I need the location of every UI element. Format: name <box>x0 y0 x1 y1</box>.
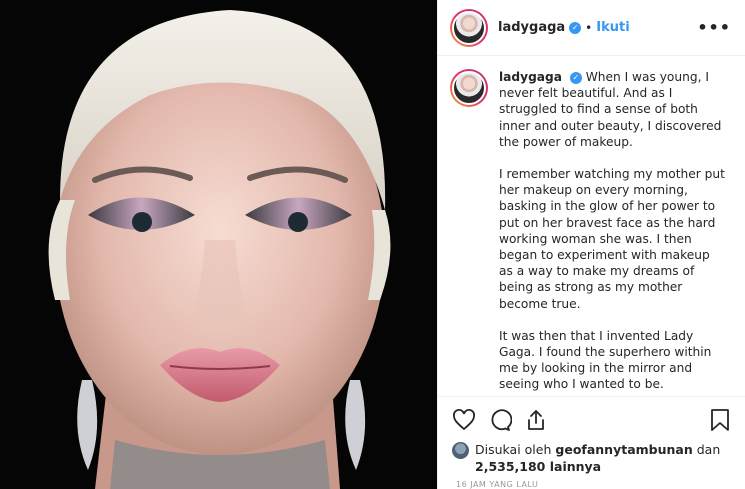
caption-paragraph: I remember watching my mother put her ma… <box>499 167 725 311</box>
avatar-image <box>452 10 486 45</box>
likes-conj: dan <box>696 442 721 457</box>
caption-paragraph: ladygaga ✓ When I was young, I never fel… <box>499 69 727 150</box>
comment-icon[interactable] <box>488 408 512 432</box>
author-avatar[interactable] <box>450 8 488 47</box>
portrait-image <box>0 0 437 489</box>
likes-prefix: Disukai oleh <box>475 442 552 457</box>
likes-text: Disukai oleh geofannytambunan dan 2,535,… <box>475 441 720 475</box>
post-caption: ladygaga ✓ When I was young, I never fel… <box>450 69 735 409</box>
post-timestamp[interactable]: 16 JAM YANG LALU <box>456 480 538 489</box>
follow-button[interactable]: Ikuti <box>596 20 629 35</box>
post-header: ladygaga ✓ • Ikuti ••• <box>438 0 745 56</box>
likes-summary: Disukai oleh geofannytambunan dan 2,535,… <box>452 441 731 475</box>
separator-dot: • <box>585 20 593 35</box>
liker-username[interactable]: geofannytambunan <box>555 442 692 457</box>
avatar-image <box>452 71 486 105</box>
instagram-post: ladygaga ✓ • Ikuti ••• ladygaga ✓ When I… <box>0 0 745 489</box>
caption-author-avatar[interactable] <box>450 69 488 107</box>
author-username[interactable]: ladygaga <box>498 20 565 35</box>
caption-paragraph: It was then that I invented Lady Gaga. I… <box>499 328 712 392</box>
share-icon[interactable] <box>524 408 548 432</box>
more-options-icon[interactable]: ••• <box>697 18 731 37</box>
caption-username[interactable]: ladygaga <box>499 70 562 84</box>
post-details-panel: ladygaga ✓ • Ikuti ••• ladygaga ✓ When I… <box>437 0 745 489</box>
heart-icon[interactable] <box>452 408 476 432</box>
bookmark-icon[interactable] <box>709 408 731 432</box>
liker-avatar[interactable] <box>452 442 469 459</box>
verified-badge-icon: ✓ <box>569 71 582 84</box>
action-icons <box>452 407 731 433</box>
caption-text: ladygaga ✓ When I was young, I never fel… <box>499 69 727 409</box>
post-actions: Disukai oleh geofannytambunan dan 2,535,… <box>438 396 745 475</box>
post-photo[interactable] <box>0 0 437 489</box>
likes-count-link[interactable]: 2,535,180 lainnya <box>475 459 601 474</box>
verified-badge-icon: ✓ <box>569 21 582 34</box>
